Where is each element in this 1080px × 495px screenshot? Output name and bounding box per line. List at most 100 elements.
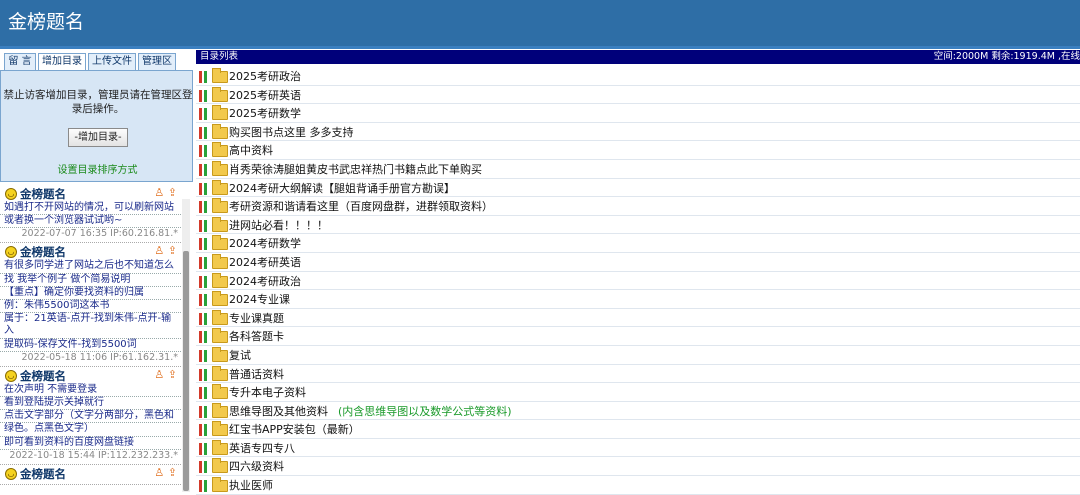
message-line: 绿色。点黑色文字） <box>0 423 181 437</box>
directory-row[interactable]: 2024考研政治 <box>196 272 1080 291</box>
sort-arrows-icon[interactable] <box>199 331 210 344</box>
sort-arrows-icon[interactable] <box>199 349 210 362</box>
directory-row[interactable]: 进网站必看！！！！ <box>196 216 1080 235</box>
sort-arrows-icon[interactable] <box>199 461 210 474</box>
directory-row[interactable]: 红宝书APP安装包（最新） <box>196 420 1080 439</box>
directory-row[interactable]: 考研资源和谐请看这里（百度网盘群，进群领取资料） <box>196 197 1080 216</box>
directory-name[interactable]: 2025考研英语 <box>229 88 301 103</box>
directory-name[interactable]: 2024考研政治 <box>229 274 301 289</box>
directory-name[interactable]: 2024考研数学 <box>229 236 301 251</box>
directory-name[interactable]: 高中资料 <box>229 143 273 158</box>
folder-icon <box>212 105 228 121</box>
user-and-top-icon[interactable]: ♙ ⇪ <box>154 466 177 479</box>
directory-name[interactable]: 普通话资料 <box>229 367 284 382</box>
sort-arrows-icon[interactable] <box>199 256 210 269</box>
directory-name[interactable]: 四六级资料 <box>229 459 284 474</box>
directory-name[interactable]: 2024专业课 <box>229 292 290 307</box>
scrollbar-thumb[interactable] <box>183 251 189 491</box>
sort-arrows-icon[interactable] <box>199 126 210 139</box>
sort-arrows-icon[interactable] <box>199 275 210 288</box>
directory-row[interactable]: 2025考研英语 <box>196 86 1080 105</box>
sort-arrows-icon[interactable] <box>199 442 210 455</box>
directory-name[interactable]: 专业课真题 <box>229 311 284 326</box>
sort-arrows-icon[interactable] <box>199 219 210 232</box>
directory-name[interactable]: 2025考研数学 <box>229 106 301 121</box>
sort-arrows-icon[interactable] <box>199 238 210 251</box>
directory-row[interactable]: 2025考研数学 <box>196 104 1080 123</box>
directory-name[interactable]: 2025考研政治 <box>229 69 301 84</box>
tab-upload[interactable]: 上传文件 <box>88 53 136 71</box>
directory-name[interactable]: 复试 <box>229 348 251 363</box>
directory-name[interactable]: 专升本电子资料 <box>229 385 306 400</box>
folder-icon <box>212 477 228 493</box>
directory-row[interactable]: 2024专业课 <box>196 290 1080 309</box>
message-item: ◡ 金榜题名 ♙ ⇪ 如遇打不开网站的情况，可以刷新网站 或者换一个浏览器试试哟~ 202… <box>0 185 181 244</box>
directory-name[interactable]: 肖秀荣徐涛腿姐黄皮书武忠祥热门书籍点此下单购买 <box>229 162 482 177</box>
message-line: 在次声明 不需要登录 <box>0 384 181 398</box>
directory-name[interactable]: 各科答题卡 <box>229 329 284 344</box>
directory-row[interactable]: 2025考研政治 <box>196 67 1080 86</box>
directory-bar: 目录列表 空间:2000M 剩余:1919.4M ,在线 <box>196 50 1080 64</box>
directory-row[interactable]: 四六级资料 <box>196 457 1080 477</box>
message-line: 点击文字部分（文字分两部分，黑色和 <box>0 410 181 424</box>
directory-name[interactable]: 2024考研大纲解读【腿姐背诵手册官方勘误】 <box>229 181 455 196</box>
sort-arrows-icon[interactable] <box>199 182 210 195</box>
user-and-top-icon[interactable]: ♙ ⇪ <box>154 186 177 199</box>
folder-icon <box>212 346 228 362</box>
folder-icon <box>212 253 228 269</box>
sort-arrows-icon[interactable] <box>199 480 210 493</box>
tab-add-directory[interactable]: 增加目录 <box>38 53 86 71</box>
directory-name[interactable]: 思维导图及其他资料 (内含思维导图以及数学公式等资料) <box>229 404 512 419</box>
sort-arrows-icon[interactable] <box>199 312 210 325</box>
site-title: 金榜题名 <box>8 11 85 33</box>
panel-note: 禁止访客增加目录，管理员请在管理区登录后操作。 <box>3 89 193 115</box>
directory-row[interactable]: 2024考研大纲解读【腿姐背诵手册官方勘误】 <box>196 179 1080 198</box>
sort-arrows-icon[interactable] <box>199 108 210 121</box>
sort-arrows-icon[interactable] <box>199 163 210 176</box>
directory-row[interactable]: 专业课真题 <box>196 309 1080 328</box>
folder-icon <box>212 68 228 83</box>
directory-row[interactable]: 高中资料 <box>196 141 1080 160</box>
directory-row[interactable]: 普通话资料 <box>196 365 1080 384</box>
directory-row[interactable]: 2024考研数学 <box>196 234 1080 253</box>
add-directory-button[interactable]: -增加目录- <box>68 128 128 147</box>
sort-arrows-icon[interactable] <box>199 405 210 418</box>
directory-row[interactable]: 复试 <box>196 346 1080 365</box>
message-header: ◡ 金榜题名 ♙ ⇪ <box>0 243 181 260</box>
sort-arrows-icon[interactable] <box>199 89 210 102</box>
folder-icon <box>212 142 228 158</box>
directory-row[interactable]: 各科答题卡 <box>196 327 1080 346</box>
folder-icon <box>212 291 228 307</box>
sort-arrows-icon[interactable] <box>199 424 210 437</box>
directory-row[interactable]: 英语专四专八 <box>196 439 1080 458</box>
message-scrollbar[interactable] <box>182 199 190 492</box>
sort-settings-link[interactable]: 设置目录排序方式 <box>1 161 194 176</box>
directory-row[interactable]: 专升本电子资料 <box>196 383 1080 402</box>
sort-arrows-icon[interactable] <box>199 145 210 158</box>
folder-icon <box>212 365 228 381</box>
directory-name[interactable]: 考研资源和谐请看这里（百度网盘群，进群领取资料） <box>229 199 493 214</box>
sort-arrows-icon[interactable] <box>199 387 210 400</box>
directory-name[interactable]: 英语专四专八 <box>229 441 295 456</box>
message-item: ◡ 金榜题名 ♙ ⇪ <box>0 465 181 485</box>
tab-admin[interactable]: 管理区 <box>138 53 176 71</box>
directory-name[interactable]: 购买图书点这里 多多支持 <box>229 125 354 140</box>
directory-row[interactable]: 购买图书点这里 多多支持 <box>196 123 1080 142</box>
directory-row[interactable]: 思维导图及其他资料 (内含思维导图以及数学公式等资料) <box>196 402 1080 421</box>
directory-name[interactable]: 红宝书APP安装包（最新） <box>229 422 360 437</box>
sort-arrows-icon[interactable] <box>199 201 210 214</box>
directory-row[interactable]: 2024考研英语 <box>196 253 1080 272</box>
message-user: 金榜题名 <box>20 187 66 201</box>
sort-arrows-icon[interactable] <box>199 294 210 307</box>
tab-messages[interactable]: 留 言 <box>4 53 36 71</box>
user-and-top-icon[interactable]: ♙ ⇪ <box>154 244 177 257</box>
message-line: 提取码-保存文件-找到5500词 <box>0 339 181 352</box>
message-header: ◡ 金榜题名 ♙ ⇪ <box>0 367 181 384</box>
directory-name[interactable]: 执业医师 <box>229 478 273 493</box>
directory-row[interactable]: 肖秀荣徐涛腿姐黄皮书武忠祥热门书籍点此下单购买 <box>196 160 1080 179</box>
directory-name[interactable]: 2024考研英语 <box>229 255 301 270</box>
user-and-top-icon[interactable]: ♙ ⇪ <box>154 368 177 381</box>
sort-arrows-icon[interactable] <box>199 368 210 381</box>
sort-arrows-icon[interactable] <box>199 71 210 83</box>
directory-name[interactable]: 进网站必看！！！！ <box>229 218 328 233</box>
